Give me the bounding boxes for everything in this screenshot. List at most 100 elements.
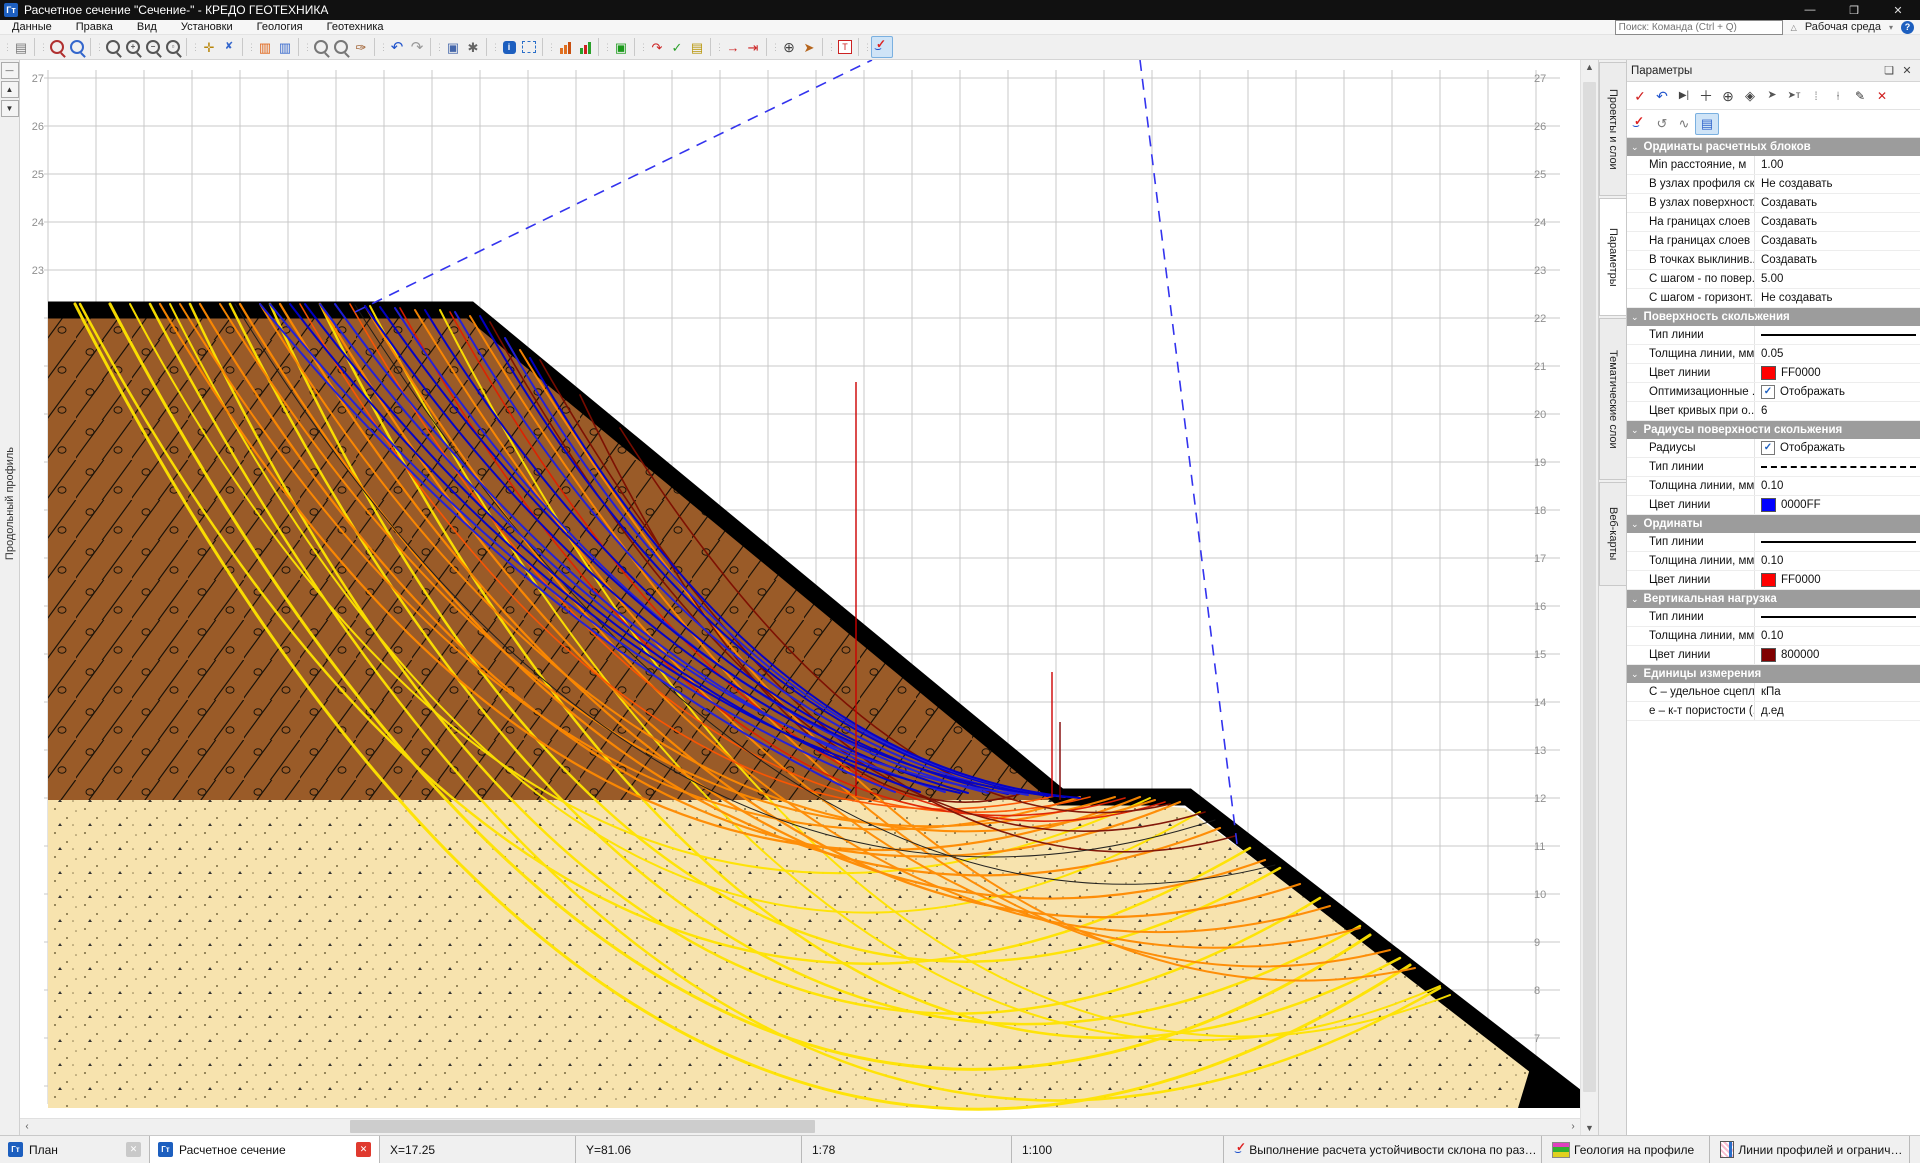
update-curve-icon[interactable]: ↷ [647, 37, 667, 57]
checkbox-checked[interactable]: ✓ [1761, 441, 1775, 455]
leftstrip-button-0[interactable]: — [1, 62, 19, 79]
zoom-window-icon[interactable]: ▫ [163, 37, 183, 57]
tab-close-icon[interactable]: ✕ [356, 1142, 371, 1157]
param-value[interactable]: Создавать [1755, 213, 1920, 231]
param-value[interactable] [1755, 326, 1920, 344]
undo-icon[interactable]: ↶ [387, 37, 407, 57]
tab-веб-карты[interactable]: Веб-карты [1599, 482, 1626, 586]
vertical-scroll-thumb[interactable] [1583, 82, 1596, 1092]
status-tool-geology[interactable]: Геология на профиле [1542, 1136, 1710, 1163]
menu-5[interactable]: Геотехника [315, 20, 396, 34]
apply-icon[interactable]: ✓ [1629, 86, 1651, 106]
chevron-up-icon[interactable]: △ [1791, 23, 1797, 32]
minimize-button[interactable]: — [1788, 0, 1832, 20]
param-value[interactable]: кПа [1755, 683, 1920, 701]
cursor-select-icon[interactable]: ➤ [1761, 86, 1783, 106]
section-header-3[interactable]: ⌄Ординаты [1627, 515, 1920, 533]
properties-icon[interactable]: ▤ [1695, 113, 1719, 135]
arrow-next-icon[interactable]: → [723, 37, 743, 57]
chart-layers-icon[interactable] [575, 37, 595, 57]
param-value[interactable]: FF0000 [1755, 571, 1920, 589]
curve-tool-icon[interactable]: ∿ [1673, 114, 1695, 134]
menu-1[interactable]: Правка [64, 20, 125, 34]
zoom-out-icon[interactable]: − [143, 37, 163, 57]
horizontal-scroll-thumb[interactable] [350, 1120, 815, 1133]
search-input[interactable] [1615, 20, 1783, 35]
search-layer-icon[interactable] [331, 37, 351, 57]
zoom-in-icon[interactable]: + [123, 37, 143, 57]
color-swatch[interactable] [1761, 498, 1776, 512]
param-value[interactable]: Создавать [1755, 251, 1920, 269]
status-tool-calc[interactable]: ✓⌣Выполнение расчета устойчивости склона… [1224, 1136, 1542, 1163]
chart-ordinates-icon[interactable] [555, 37, 575, 57]
selection-frame-icon[interactable] [519, 37, 539, 57]
target-center-icon[interactable]: ⊕ [1717, 86, 1739, 106]
slope-calc-icon[interactable]: ✓⌣ [871, 36, 893, 58]
view-tab-0[interactable]: ГтПлан✕ [0, 1136, 150, 1163]
param-value[interactable]: Создавать [1755, 194, 1920, 212]
horizontal-scrollbar[interactable]: ‹ › [20, 1118, 1580, 1135]
panel-float-icon[interactable]: ❏ [1880, 64, 1898, 77]
cursor-type-icon[interactable]: ➤т [1783, 86, 1805, 106]
tab-close-icon[interactable]: ✕ [126, 1142, 141, 1157]
close-button[interactable]: ✕ [1876, 0, 1920, 20]
param-value[interactable] [1755, 533, 1920, 551]
param-value[interactable]: д.ед [1755, 702, 1920, 720]
color-swatch[interactable] [1761, 573, 1776, 587]
param-value[interactable]: 0000FF [1755, 496, 1920, 514]
maximize-button[interactable]: ❒ [1832, 0, 1876, 20]
hand-point-icon[interactable]: ➤ [799, 37, 819, 57]
pick-points-icon[interactable]: ⁞ [1805, 86, 1827, 106]
display-profile-icon[interactable]: ▥ [255, 37, 275, 57]
layers-add-icon[interactable]: ▤ [687, 37, 707, 57]
profile-canvas[interactable]: 2726252423272625242322212019181716151413… [20, 60, 1580, 1118]
color-swatch[interactable] [1761, 366, 1776, 380]
param-value[interactable]: ✓Отображать [1755, 439, 1920, 457]
section-header-4[interactable]: ⌄Вертикальная нагрузка [1627, 590, 1920, 608]
green-display-icon[interactable]: ▣ [611, 37, 631, 57]
section-header-0[interactable]: ⌄Ординаты расчетных блоков [1627, 138, 1920, 156]
section-header-2[interactable]: ⌄Радиусы поверхности скольжения [1627, 421, 1920, 439]
menu-2[interactable]: Вид [125, 20, 169, 34]
param-value[interactable]: ✓Отображать [1755, 383, 1920, 401]
brush-icon[interactable]: ✑ [351, 37, 371, 57]
param-value[interactable]: 0.10 [1755, 477, 1920, 495]
eyedropper-icon[interactable]: ✎ [1849, 86, 1871, 106]
param-value[interactable]: FF0000 [1755, 364, 1920, 382]
go-end-icon[interactable]: ▶| [1673, 86, 1695, 106]
param-value[interactable] [1755, 458, 1920, 476]
add-node-icon[interactable]: ＋ [1695, 86, 1717, 106]
cancel-icon[interactable]: ✕ [1871, 86, 1893, 106]
zoom-prev-icon[interactable] [47, 37, 67, 57]
search-element-icon[interactable] [311, 37, 331, 57]
redo-icon[interactable]: ↷ [407, 37, 427, 57]
slope-check-icon[interactable]: ✓⌣ [1629, 114, 1651, 134]
tab-тематические-слои[interactable]: Тематические слои [1599, 318, 1626, 480]
check-apply-icon[interactable]: ✓ [667, 37, 687, 57]
panel-close-icon[interactable]: ✕ [1898, 64, 1916, 77]
param-value[interactable]: 0.05 [1755, 345, 1920, 363]
param-value[interactable]: 5.00 [1755, 270, 1920, 288]
leftstrip-button-1[interactable]: ▲ [1, 81, 19, 98]
scroll-down-arrow[interactable]: ▼ [1581, 1121, 1598, 1135]
scroll-up-arrow[interactable]: ▲ [1581, 60, 1598, 74]
section-header-5[interactable]: ⌄Единицы измерения [1627, 665, 1920, 683]
leftstrip-button-2[interactable]: ▼ [1, 100, 19, 117]
vertical-scrollbar[interactable]: ▲ ▼ [1580, 60, 1598, 1135]
param-value[interactable]: 0.10 [1755, 627, 1920, 645]
param-value[interactable]: 800000 [1755, 646, 1920, 664]
workspace-menu[interactable]: Рабочая среда [1805, 21, 1881, 33]
target-icon[interactable]: ⊕ [779, 37, 799, 57]
target-move-icon[interactable]: ◈ [1739, 86, 1761, 106]
help-icon[interactable]: ? [1901, 21, 1914, 34]
text-frame-icon[interactable]: T [835, 37, 855, 57]
ellipse-tool-icon[interactable]: ↺ [1651, 114, 1673, 134]
undo-step-icon[interactable]: ↶ [1651, 86, 1673, 106]
menu-4[interactable]: Геология [245, 20, 315, 34]
free-move-icon[interactable]: ✘ [219, 37, 239, 57]
tab-проекты-и-слои[interactable]: Проекты и слои [1599, 62, 1626, 196]
menu-3[interactable]: Установки [169, 20, 245, 34]
tab-параметры[interactable]: Параметры [1599, 198, 1626, 316]
scroll-left-arrow[interactable]: ‹ [20, 1119, 34, 1134]
color-swatch[interactable] [1761, 648, 1776, 662]
